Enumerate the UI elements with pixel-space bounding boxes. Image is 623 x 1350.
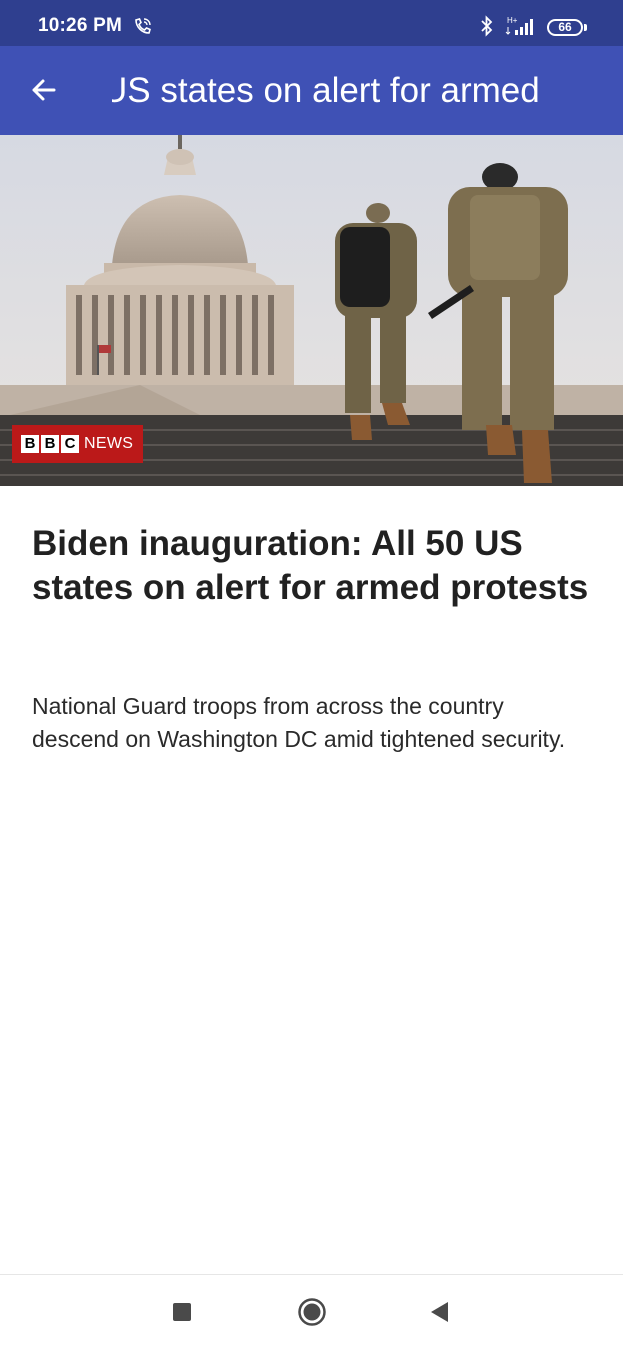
recent-apps-icon[interactable] <box>173 1303 191 1321</box>
back-arrow-icon[interactable] <box>22 68 66 112</box>
svg-text:H+: H+ <box>507 16 518 25</box>
bbc-logo-box-1: B <box>21 435 39 453</box>
bbc-news-logo: B B C NEWS <box>12 425 143 463</box>
app-bar-title-text: US states on alert for armed <box>112 71 540 110</box>
title-fade <box>540 46 578 135</box>
signal-icon: H+ <box>505 16 533 35</box>
bbc-logo-box-2: B <box>41 435 59 453</box>
bbc-logo-news: NEWS <box>84 435 134 452</box>
battery-icon: 66 <box>547 19 583 36</box>
system-nav-bar <box>0 1274 623 1350</box>
article-summary: National Guard troops from across the co… <box>32 693 566 752</box>
wifi-calling-icon <box>135 18 151 34</box>
app-bar-title: US states on alert for armed <box>112 70 578 114</box>
bluetooth-icon <box>481 15 493 37</box>
back-icon[interactable] <box>428 1300 450 1324</box>
status-time: 10:26 PM <box>38 15 122 36</box>
article-headline: Biden inauguration: All 50 US states on … <box>32 524 589 607</box>
app-bar: US states on alert for armed <box>0 46 623 135</box>
battery-tip <box>584 24 587 31</box>
status-bar: 10:26 PM H+ 66 <box>0 0 623 46</box>
bbc-logo-box-3: C <box>61 435 79 453</box>
home-icon[interactable] <box>297 1297 327 1327</box>
